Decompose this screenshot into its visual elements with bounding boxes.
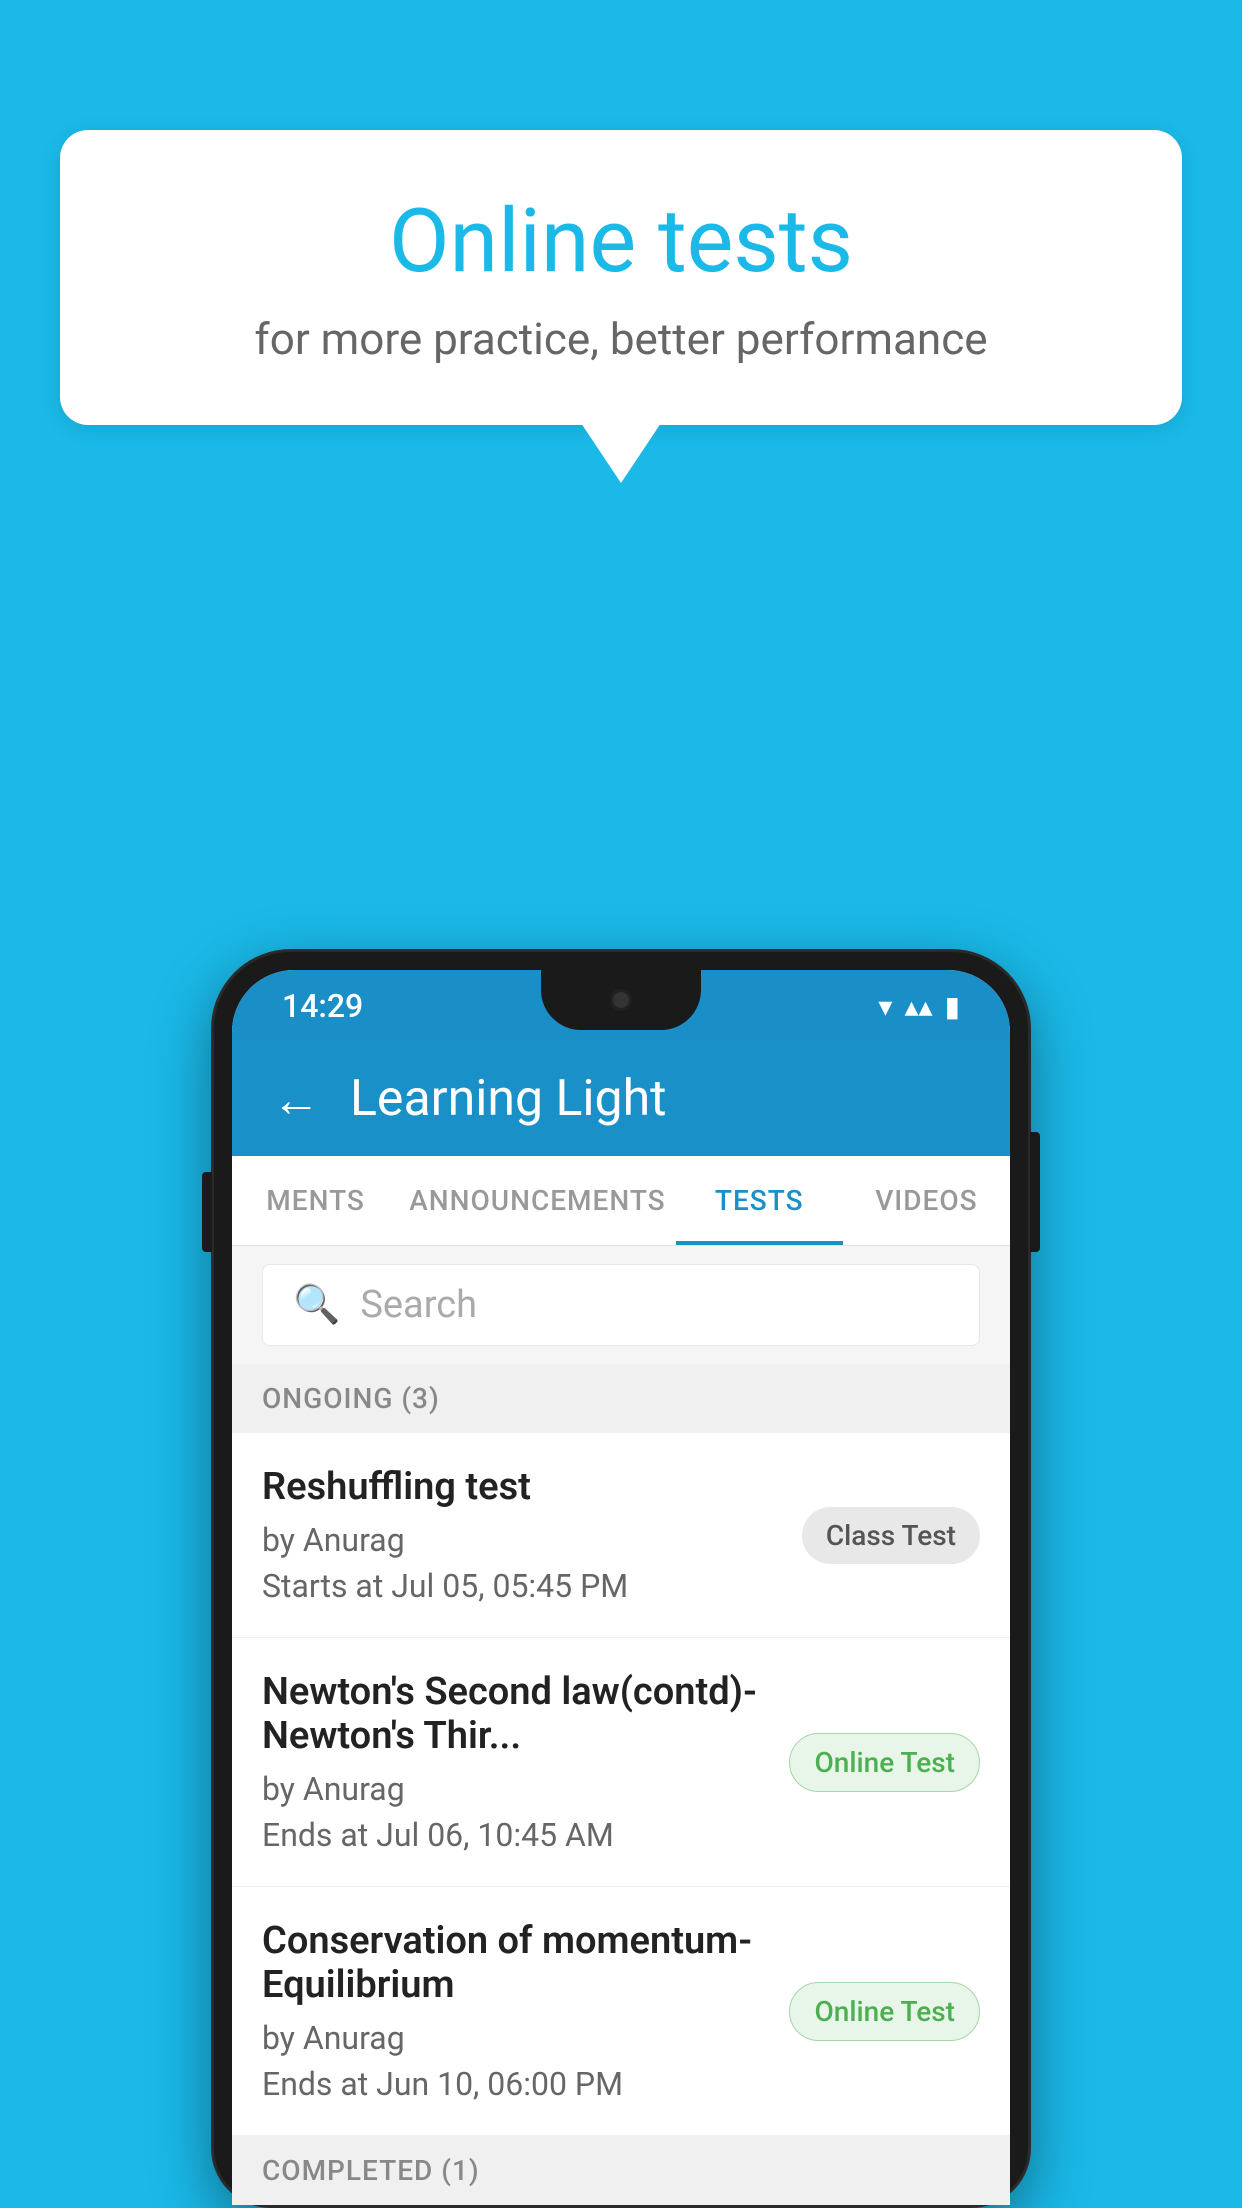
test-item-1-time: Starts at Jul 05, 05:45 PM [262,1567,782,1605]
front-camera [610,989,632,1011]
test-item-1-badge: Class Test [802,1507,980,1564]
tabs-container: MENTS ANNOUNCEMENTS TESTS VIDEOS [232,1156,1010,1246]
bubble-subtitle: for more practice, better performance [140,313,1102,365]
search-icon: 🔍 [293,1283,340,1327]
test-item-2-badge: Online Test [789,1733,980,1792]
phone-container: 14:29 ▾ ▴▴ ▮ ← Learning Light MENTS ANNO… [211,949,1031,2208]
test-item-3-author: by Anurag [262,2019,769,2057]
test-item-1[interactable]: Reshuffling test by Anurag Starts at Jul… [232,1433,1010,1638]
test-item-3-content: Conservation of momentum-Equilibrium by … [262,1919,789,2103]
test-item-1-title: Reshuffling test [262,1465,782,1509]
test-item-2-author: by Anurag [262,1770,769,1808]
app-title: Learning Light [350,1070,667,1128]
status-time: 14:29 [282,987,363,1025]
battery-icon: ▮ [945,990,960,1023]
phone-frame: 14:29 ▾ ▴▴ ▮ ← Learning Light MENTS ANNO… [211,949,1031,2208]
back-button[interactable]: ← [272,1071,320,1128]
tab-tests[interactable]: TESTS [676,1156,843,1245]
ongoing-section-header: ONGOING (3) [232,1364,1010,1433]
speech-bubble-section: Online tests for more practice, better p… [60,130,1182,483]
speech-bubble: Online tests for more practice, better p… [60,130,1182,425]
search-container: 🔍 Search [232,1246,1010,1364]
test-item-2-title: Newton's Second law(contd)-Newton's Thir… [262,1670,769,1758]
phone-notch [541,970,701,1030]
test-item-1-content: Reshuffling test by Anurag Starts at Jul… [262,1465,802,1605]
test-item-3[interactable]: Conservation of momentum-Equilibrium by … [232,1887,1010,2136]
completed-section-header: COMPLETED (1) [232,2136,1010,2205]
tab-ments[interactable]: MENTS [232,1156,399,1245]
test-item-2[interactable]: Newton's Second law(contd)-Newton's Thir… [232,1638,1010,1887]
search-bar[interactable]: 🔍 Search [262,1264,980,1346]
phone-screen: 14:29 ▾ ▴▴ ▮ ← Learning Light MENTS ANNO… [232,970,1010,2205]
test-item-3-title: Conservation of momentum-Equilibrium [262,1919,769,2007]
bubble-arrow [581,423,661,483]
search-input[interactable]: Search [360,1283,477,1327]
test-item-2-content: Newton's Second law(contd)-Newton's Thir… [262,1670,789,1854]
test-item-1-author: by Anurag [262,1521,782,1559]
app-header: ← Learning Light [232,1042,1010,1156]
test-item-3-badge: Online Test [789,1982,980,2041]
test-item-2-time: Ends at Jul 06, 10:45 AM [262,1816,769,1854]
tab-announcements[interactable]: ANNOUNCEMENTS [399,1156,675,1245]
wifi-icon: ▾ [878,990,892,1023]
test-item-3-time: Ends at Jun 10, 06:00 PM [262,2065,769,2103]
signal-icon: ▴▴ [904,990,932,1023]
status-icons: ▾ ▴▴ ▮ [878,990,960,1023]
bubble-title: Online tests [140,190,1102,293]
tab-videos[interactable]: VIDEOS [843,1156,1010,1245]
